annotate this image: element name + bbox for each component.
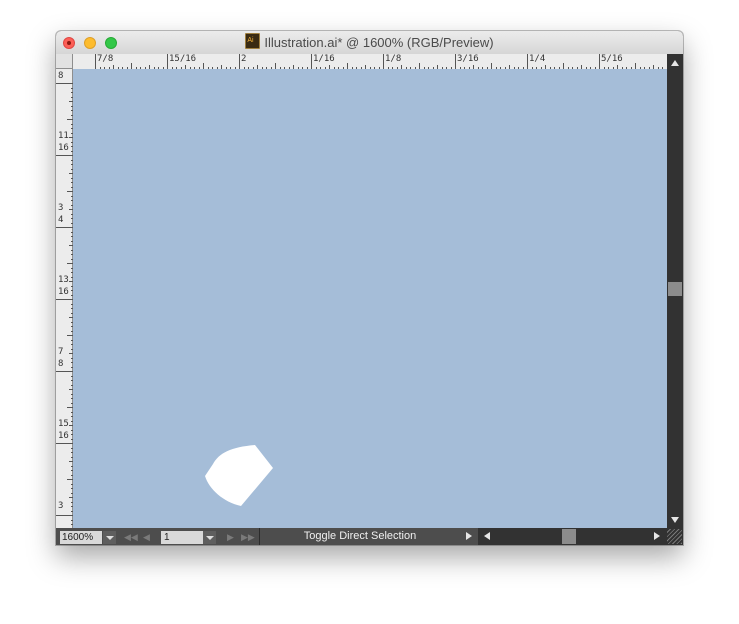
ruler-label: 15 [58, 419, 69, 429]
document-window: Illustration.ai* @ 1600% (RGB/Preview) 7… [56, 31, 683, 545]
ruler-label: 8 [58, 71, 64, 81]
status-bar: 1600% ◀◀ ◀ 1 ▶ ▶▶ Toggle Direct Selectio… [56, 528, 683, 545]
ruler-origin-corner[interactable] [56, 54, 73, 69]
resize-grip-icon[interactable] [667, 529, 682, 544]
status-menu-arrow-icon[interactable] [466, 532, 472, 540]
scroll-right-arrow-icon[interactable] [654, 532, 660, 540]
ruler-label: 16 [58, 287, 69, 297]
page-field[interactable]: 1 [161, 531, 203, 544]
horizontal-scroll-thumb[interactable] [562, 529, 576, 544]
horizontal-scrollbar[interactable] [478, 528, 683, 545]
ruler-label: 1/4 [529, 54, 546, 64]
scroll-down-arrow-icon[interactable] [671, 517, 679, 523]
ruler-label: 5/16 [601, 54, 623, 64]
first-page-icon[interactable]: ◀◀ [124, 531, 138, 544]
ruler-label: 13 [58, 275, 69, 285]
previous-page-icon[interactable]: ◀ [143, 531, 150, 544]
title-bar[interactable]: Illustration.ai* @ 1600% (RGB/Preview) [56, 31, 683, 55]
ruler-label: 7/8 [97, 54, 114, 64]
vertical-scrollbar[interactable] [667, 54, 683, 528]
ruler-label: 3 [58, 501, 64, 511]
artwork [205, 445, 273, 506]
ruler-label: 3/16 [457, 54, 479, 64]
ruler-label: 15/16 [169, 54, 197, 64]
ruler-label: 1/8 [385, 54, 402, 64]
window-title-text: Illustration.ai* @ 1600% (RGB/Preview) [264, 35, 494, 50]
artboard-canvas[interactable] [73, 69, 667, 528]
next-page-icon[interactable]: ▶ [227, 531, 234, 544]
page-dropdown-button[interactable] [203, 531, 216, 544]
last-page-icon[interactable]: ▶▶ [241, 531, 255, 544]
zoom-dropdown-button[interactable] [103, 531, 116, 544]
vertical-scroll-thumb[interactable] [668, 282, 682, 296]
ruler-label: 2 [241, 54, 247, 64]
ruler-label: 16 [58, 431, 69, 441]
scroll-left-arrow-icon[interactable] [484, 532, 490, 540]
ruler-label: 4 [58, 215, 64, 225]
scroll-up-arrow-icon[interactable] [671, 60, 679, 66]
ruler-label: 16 [58, 143, 69, 153]
ruler-label: 7 [58, 347, 64, 357]
ruler-label: 1/16 [313, 54, 335, 64]
vertical-ruler[interactable]: 8 11 16 3 4 13 16 7 8 15 16 3 [56, 69, 73, 528]
window-title: Illustration.ai* @ 1600% (RGB/Preview) [56, 31, 683, 54]
ruler-label: 3 [58, 203, 64, 213]
status-text: Toggle Direct Selection [303, 530, 417, 542]
white-shape[interactable] [205, 445, 273, 506]
horizontal-ruler[interactable]: 7/8 15/16 2 1/16 1/8 3/16 1/4 5/16 [73, 54, 667, 70]
ai-file-icon [245, 33, 261, 49]
zoom-field[interactable]: 1600% [60, 531, 102, 544]
horizontal-ruler-ticks [95, 54, 663, 69]
ruler-label: 8 [58, 359, 64, 369]
ruler-label: 11 [58, 131, 69, 141]
